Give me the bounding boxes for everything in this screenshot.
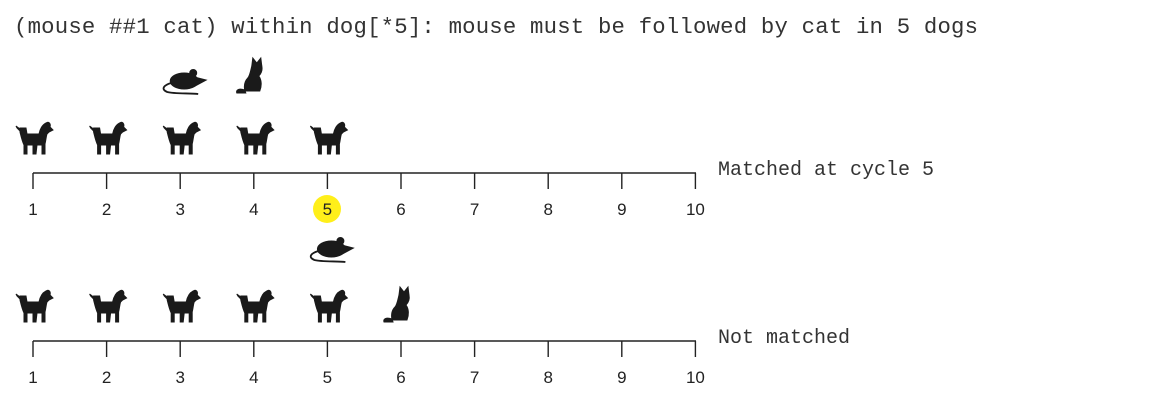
tick-label: 9	[617, 368, 626, 387]
timeline-ticks	[32, 341, 697, 357]
dog-icon	[236, 289, 275, 323]
tick-label: 9	[617, 200, 626, 219]
tick-label: 4	[249, 368, 258, 387]
tick-label: 4	[249, 200, 258, 219]
cat-icon	[236, 57, 263, 94]
tick-label: 1	[28, 368, 37, 387]
mouse-icon	[309, 236, 355, 263]
tick-label: 7	[470, 368, 479, 387]
dog-icon	[162, 121, 201, 155]
cat-icon	[383, 286, 410, 323]
dog-icon	[89, 121, 128, 155]
dog-icon	[236, 121, 275, 155]
tick-label: 5	[323, 368, 332, 387]
timeline-1: 1 2 3 4 5 6 7 8 9 10 Matched at cycle 5	[15, 57, 934, 223]
dog-icon	[309, 121, 348, 155]
tick-label: 7	[470, 200, 479, 219]
timeline-icons	[15, 236, 410, 323]
match-status: Not matched	[718, 327, 850, 350]
tick-label: 3	[175, 200, 184, 219]
tick-label: 5	[323, 200, 332, 219]
timeline-diagram: 1 2 3 4 5 6 7 8 9 10 Matched at cycle 5 1 2 3 4 5 6 7 8 9…	[15, 57, 934, 387]
dog-icon	[89, 289, 128, 323]
timeline-ticks	[32, 173, 697, 189]
tick-label: 2	[102, 200, 111, 219]
tick-label: 1	[28, 200, 37, 219]
tick-label: 10	[686, 368, 705, 387]
tick-label: 2	[102, 368, 111, 387]
tick-label: 6	[396, 368, 405, 387]
dog-icon	[162, 289, 201, 323]
timeline-tick-labels: 1 2 3 4 5 6 7 8 9 10	[28, 368, 705, 387]
mouse-icon	[162, 68, 208, 95]
tick-label: 10	[686, 200, 705, 219]
timeline-tick-labels: 1 2 3 4 5 6 7 8 9 10	[28, 200, 705, 219]
timeline-icons	[15, 57, 348, 155]
dog-icon	[15, 289, 54, 323]
tick-label: 8	[543, 368, 552, 387]
dog-icon	[309, 289, 348, 323]
tick-label: 6	[396, 200, 405, 219]
dog-icon	[15, 121, 54, 155]
tick-label: 3	[175, 368, 184, 387]
match-status: Matched at cycle 5	[718, 159, 934, 182]
tick-label: 8	[543, 200, 552, 219]
timeline-2: 1 2 3 4 5 6 7 8 9 10 Not matched	[15, 236, 850, 387]
